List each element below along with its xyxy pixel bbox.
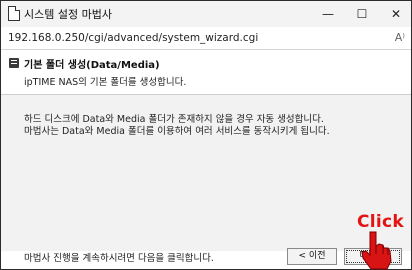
title-bar: 시스템 설정 마법사 — ☐ ✕ bbox=[1, 1, 411, 27]
url-text[interactable]: 192.168.0.250/cgi/advanced/system_wizard… bbox=[8, 32, 258, 44]
header-title: 기본 폴더 생성(Data/Media) bbox=[24, 60, 160, 71]
book-icon bbox=[9, 58, 19, 68]
continue-instruction: 마법사 진행을 계속하시려면 다음을 클릭합니다. bbox=[24, 253, 214, 264]
page-icon bbox=[8, 6, 20, 21]
close-button[interactable]: ✕ bbox=[385, 5, 407, 23]
wizard-header: 기본 폴더 생성(Data/Media) ipTIME NAS의 기본 폴더를 … bbox=[1, 50, 411, 95]
wizard-window: 시스템 설정 마법사 — ☐ ✕ 192.168.0.250/cgi/advan… bbox=[0, 0, 412, 270]
pointing-hand-icon bbox=[361, 231, 392, 270]
address-bar[interactable]: 192.168.0.250/cgi/advanced/system_wizard… bbox=[1, 27, 411, 50]
minimize-button[interactable]: — bbox=[317, 5, 339, 23]
header-subtitle: ipTIME NAS의 기본 폴더를 생성합니다. bbox=[24, 77, 187, 88]
reader-view-icon[interactable]: A⁾ bbox=[395, 31, 405, 44]
prev-button[interactable]: < 이전 bbox=[287, 248, 337, 265]
click-annotation-label: Click bbox=[357, 212, 405, 232]
maximize-button[interactable]: ☐ bbox=[351, 5, 373, 23]
wizard-body: 하드 디스크에 Data와 Media 폴더가 존재하지 않을 경우 자동 생성… bbox=[1, 95, 411, 264]
description-line-2: 마법사는 Data와 Media 폴더를 이용하여 여러 서비스를 동작시키게 … bbox=[24, 126, 330, 137]
window-title: 시스템 설정 마법사 bbox=[24, 8, 112, 21]
